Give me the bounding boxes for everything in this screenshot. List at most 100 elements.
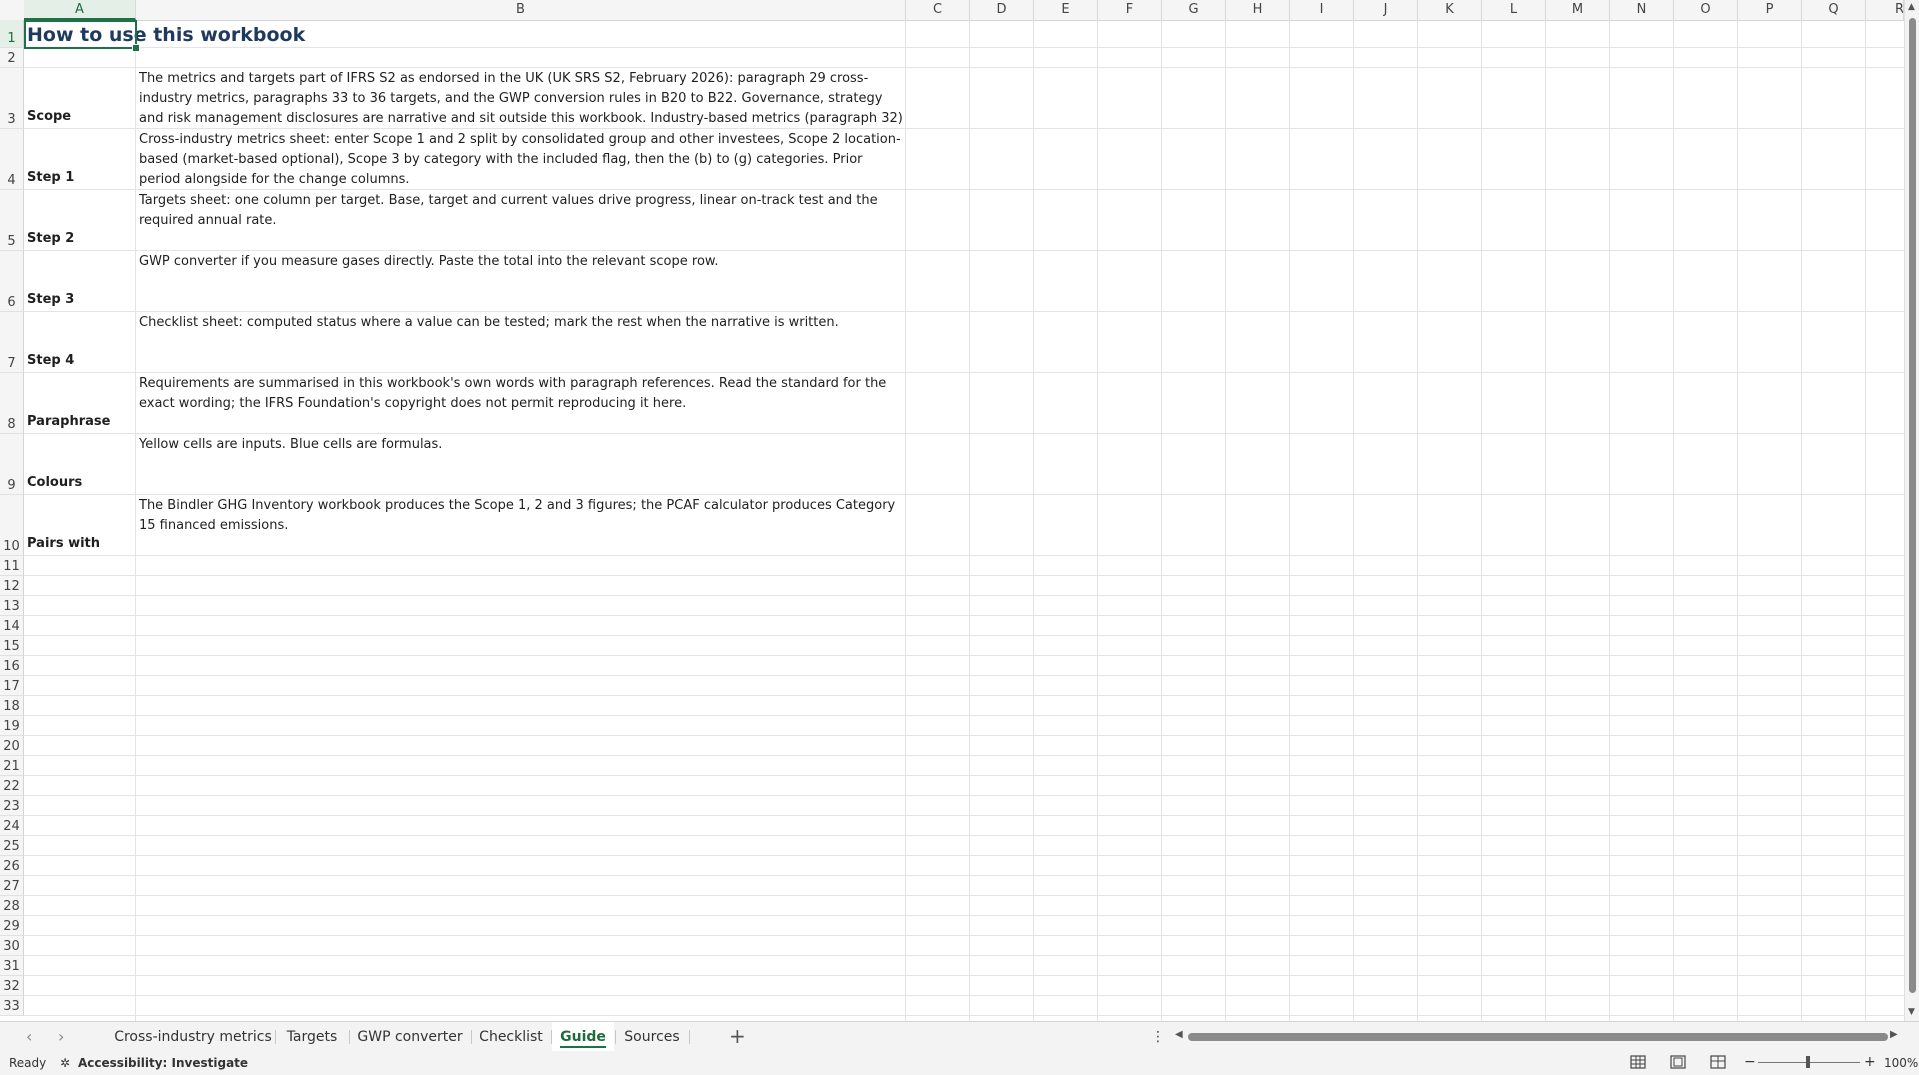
row-header-19[interactable]: 19	[0, 716, 24, 736]
row-header-26[interactable]: 26	[0, 856, 24, 876]
horizontal-scrollbar[interactable]: ◀ ▶	[1175, 1029, 1902, 1043]
row-label-step-2[interactable]: Step 2	[24, 190, 135, 250]
row-label-step-3[interactable]: Step 3	[24, 251, 135, 311]
row-text-step-4[interactable]: Checklist sheet: computed status where a…	[136, 312, 906, 372]
col-header-m[interactable]: M	[1546, 0, 1610, 20]
row-header-7[interactable]: 7	[0, 312, 24, 373]
tab-checklist[interactable]: Checklist	[472, 1022, 550, 1052]
col-header-q[interactable]: Q	[1802, 0, 1866, 20]
col-header-l[interactable]: L	[1482, 0, 1546, 20]
select-all-corner[interactable]	[0, 0, 25, 20]
row-header-32[interactable]: 32	[0, 976, 24, 996]
tab-guide[interactable]: Guide	[552, 1022, 614, 1052]
row-label-step-4[interactable]: Step 4	[24, 312, 135, 372]
tab-targets[interactable]: Targets	[276, 1022, 348, 1052]
normal-view-icon[interactable]	[1630, 1055, 1646, 1069]
col-header-b[interactable]: B	[136, 0, 906, 20]
prev-sheet-icon[interactable]: ‹	[26, 1027, 32, 1046]
zoom-level[interactable]: 100%	[1884, 1056, 1918, 1070]
row-label-paraphrase[interactable]: Paraphrase	[24, 373, 135, 433]
vertical-scrollbar[interactable]: ▲ ▼	[1904, 0, 1919, 1021]
scroll-down-icon[interactable]: ▼	[1908, 1007, 1915, 1017]
col-header-h[interactable]: H	[1226, 0, 1290, 20]
row-header-25[interactable]: 25	[0, 836, 24, 856]
row-header-29[interactable]: 29	[0, 916, 24, 936]
tab-cross-industry-metrics[interactable]: Cross-industry metrics	[112, 1022, 274, 1052]
row-header-15[interactable]: 15	[0, 636, 24, 656]
row-header-12[interactable]: 12	[0, 576, 24, 596]
row-text-colours[interactable]: Yellow cells are inputs. Blue cells are …	[136, 434, 906, 494]
row-header-5[interactable]: 5	[0, 190, 24, 251]
accessibility-icon[interactable]: ✲	[60, 1056, 70, 1070]
col-header-g[interactable]: G	[1162, 0, 1226, 20]
row-text-step-1[interactable]: Cross-industry metrics sheet: enter Scop…	[136, 129, 906, 189]
col-header-d[interactable]: D	[970, 0, 1034, 20]
row-text-paraphrase[interactable]: Requirements are summarised in this work…	[136, 373, 906, 433]
col-header-i[interactable]: I	[1290, 0, 1354, 20]
row-label-pairs-with[interactable]: Pairs with	[24, 495, 135, 555]
col-header-a[interactable]: A	[24, 0, 136, 20]
sheet-tab-bar: ‹ › Cross-industry metrics Targets GWP c…	[0, 1021, 1919, 1052]
row-header-1[interactable]: 1	[0, 20, 24, 48]
col-header-n[interactable]: N	[1610, 0, 1674, 20]
accessibility-status[interactable]: Accessibility: Investigate	[78, 1056, 248, 1070]
row-header-23[interactable]: 23	[0, 796, 24, 816]
row-header-9[interactable]: 9	[0, 434, 24, 495]
horizontal-scroll-thumb[interactable]	[1188, 1033, 1888, 1041]
zoom-out-icon[interactable]: −	[1744, 1054, 1756, 1070]
tab-gwp-converter[interactable]: GWP converter	[350, 1022, 470, 1052]
row-header-10[interactable]: 10	[0, 495, 24, 556]
spreadsheet-grid[interactable]: A B C D E F G H I J K L M N O P Q R 1 2 …	[0, 0, 1904, 1021]
row-header-3[interactable]: 3	[0, 68, 24, 129]
scroll-right-icon[interactable]: ▶	[1890, 1029, 1898, 1040]
cells-area[interactable]: How to use this workbook Scope The metri…	[24, 20, 1904, 1021]
row-header-4[interactable]: 4	[0, 129, 24, 190]
row-label-step-1[interactable]: Step 1	[24, 129, 135, 189]
row-text-scope[interactable]: The metrics and targets part of IFRS S2 …	[136, 68, 906, 128]
row-header-22[interactable]: 22	[0, 776, 24, 796]
fill-handle[interactable]	[132, 44, 140, 52]
row-header-16[interactable]: 16	[0, 656, 24, 676]
row-header-33[interactable]: 33	[0, 996, 24, 1016]
scroll-up-icon[interactable]: ▲	[1908, 2, 1915, 12]
row-header-11[interactable]: 11	[0, 556, 24, 576]
row-header-14[interactable]: 14	[0, 616, 24, 636]
row-text-step-2[interactable]: Targets sheet: one column per target. Ba…	[136, 190, 906, 250]
zoom-in-icon[interactable]: +	[1864, 1054, 1876, 1070]
column-header-row: A B C D E F G H I J K L M N O P Q R	[0, 0, 1904, 21]
vertical-scroll-thumb[interactable]	[1909, 18, 1916, 993]
row-header-20[interactable]: 20	[0, 736, 24, 756]
row-header-30[interactable]: 30	[0, 936, 24, 956]
add-sheet-icon[interactable]: +	[729, 1024, 746, 1048]
row-header-31[interactable]: 31	[0, 956, 24, 976]
row-header-28[interactable]: 28	[0, 896, 24, 916]
row-header-24[interactable]: 24	[0, 816, 24, 836]
row-text-pairs-with[interactable]: The Bindler GHG Inventory workbook produ…	[136, 495, 906, 555]
col-header-r[interactable]: R	[1866, 0, 1904, 20]
col-header-j[interactable]: J	[1354, 0, 1418, 20]
col-header-f[interactable]: F	[1098, 0, 1162, 20]
next-sheet-icon[interactable]: ›	[58, 1027, 64, 1046]
row-text-step-3[interactable]: GWP converter if you measure gases direc…	[136, 251, 906, 311]
row-header-13[interactable]: 13	[0, 596, 24, 616]
col-header-e[interactable]: E	[1034, 0, 1098, 20]
row-header-21[interactable]: 21	[0, 756, 24, 776]
row-header-8[interactable]: 8	[0, 373, 24, 434]
page-layout-view-icon[interactable]	[1670, 1055, 1686, 1069]
row-header-17[interactable]: 17	[0, 676, 24, 696]
col-header-c[interactable]: C	[906, 0, 970, 20]
row-label-scope[interactable]: Scope	[24, 68, 135, 128]
row-label-colours[interactable]: Colours	[24, 434, 135, 494]
row-header-2[interactable]: 2	[0, 48, 24, 68]
row-header-27[interactable]: 27	[0, 876, 24, 896]
col-header-o[interactable]: O	[1674, 0, 1738, 20]
page-break-preview-icon[interactable]	[1710, 1055, 1726, 1069]
col-header-p[interactable]: P	[1738, 0, 1802, 20]
zoom-slider-thumb[interactable]	[1806, 1056, 1810, 1068]
more-options-icon[interactable]: ⋮	[1151, 1029, 1165, 1045]
row-header-18[interactable]: 18	[0, 696, 24, 716]
col-header-k[interactable]: K	[1418, 0, 1482, 20]
tab-sources[interactable]: Sources	[616, 1022, 688, 1052]
scroll-left-icon[interactable]: ◀	[1175, 1029, 1183, 1040]
row-header-6[interactable]: 6	[0, 251, 24, 312]
